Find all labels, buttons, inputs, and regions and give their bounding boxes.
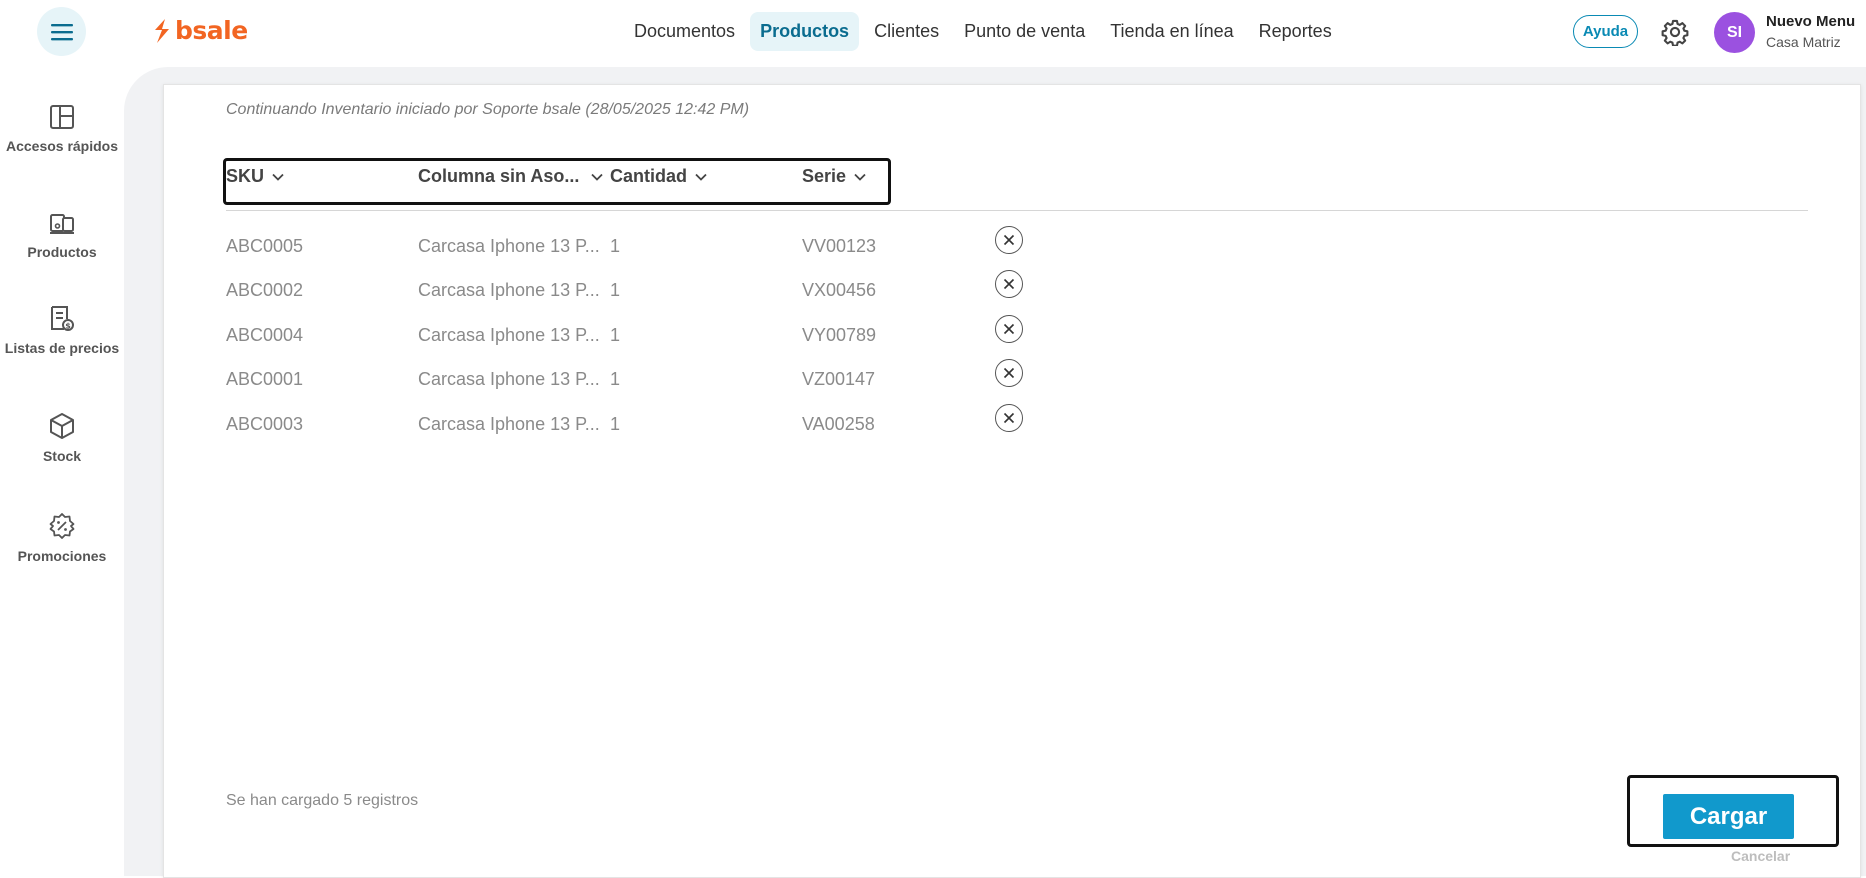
records-loaded-count: Se han cargado 5 registros	[226, 792, 419, 809]
nav-punto-de-venta[interactable]: Punto de venta	[954, 12, 1095, 51]
header-divider	[226, 210, 1808, 211]
chevron-down-icon	[854, 173, 866, 181]
cell-quantity: 1	[610, 280, 621, 300]
cell-sku: ABC0001	[226, 369, 304, 389]
nav-productos[interactable]: Productos	[750, 12, 860, 51]
remove-row-button[interactable]	[995, 404, 1023, 432]
sidebar-item-listas-de-precios[interactable]: $ Listas de precios	[0, 304, 124, 357]
cell-serial: VV00123	[802, 236, 877, 256]
sidebar: Accesos rápidos Productos $ Listas de pr…	[0, 64, 124, 876]
column-header-serie[interactable]: Serie	[802, 166, 866, 187]
cell-quantity: 1	[610, 236, 621, 256]
chevron-down-icon	[272, 173, 284, 181]
nav-documentos[interactable]: Documentos	[624, 12, 745, 51]
cell-product: Carcasa Iphone 13 P...	[418, 325, 600, 345]
promotion-badge-icon	[49, 513, 75, 539]
sidebar-item-productos[interactable]: Productos	[0, 212, 124, 261]
inventory-subtitle: Continuando Inventario iniciado por Sopo…	[226, 101, 750, 118]
cell-sku: ABC0002	[226, 280, 304, 300]
sidebar-item-label: Accesos rápidos	[5, 138, 119, 154]
sidebar-item-promociones[interactable]: Promociones	[0, 512, 124, 565]
cell-serial: VX00456	[802, 280, 877, 300]
quick-access-icon	[50, 105, 74, 129]
column-header-label: Cantidad	[610, 166, 688, 186]
avatar[interactable]: SI	[1714, 12, 1755, 53]
menu-icon	[50, 23, 73, 40]
column-header-columna-sin-asociar[interactable]: Columna sin Aso...	[418, 166, 603, 187]
cell-quantity: 1	[610, 325, 621, 345]
close-icon	[1003, 412, 1015, 424]
brand-name: bsale	[175, 16, 248, 45]
user-branch: Casa Matriz	[1766, 34, 1841, 50]
sidebar-item-label: Promociones	[17, 548, 107, 564]
remove-row-button[interactable]	[995, 359, 1023, 387]
bolt-logo-icon	[155, 18, 169, 43]
svg-text:$: $	[65, 322, 71, 331]
cancel-link[interactable]: Cancelar	[1731, 848, 1790, 864]
chevron-down-icon	[591, 173, 603, 181]
close-icon	[1003, 278, 1015, 290]
column-header-label: Serie	[802, 166, 847, 186]
cell-product: Carcasa Iphone 13 P...	[418, 369, 600, 389]
cell-quantity: 1	[610, 369, 621, 389]
cell-sku: ABC0004	[226, 325, 304, 345]
cell-product: Carcasa Iphone 13 P...	[418, 280, 600, 300]
close-icon	[1003, 367, 1015, 379]
sidebar-item-label: Listas de precios	[4, 340, 120, 356]
close-icon	[1003, 323, 1015, 335]
cargar-button[interactable]: Cargar	[1663, 794, 1794, 839]
remove-row-button[interactable]	[995, 270, 1023, 298]
hamburger-menu-button[interactable]	[37, 7, 86, 56]
sidebar-item-accesos-rapidos[interactable]: Accesos rápidos	[0, 104, 124, 155]
chevron-down-icon	[695, 173, 707, 181]
nav-clientes[interactable]: Clientes	[864, 12, 949, 51]
sidebar-item-label: Productos	[27, 244, 97, 260]
main-nav: Documentos Productos Clientes Punto de v…	[624, 12, 1347, 51]
user-name[interactable]: Nuevo Menu	[1766, 13, 1855, 30]
cell-sku: ABC0003	[226, 414, 304, 434]
price-list-icon: $	[51, 306, 74, 331]
cell-serial: VA00258	[802, 414, 875, 434]
cell-serial: VZ00147	[802, 369, 876, 389]
remove-row-button[interactable]	[995, 315, 1023, 343]
box-icon	[50, 413, 74, 439]
gear-icon[interactable]	[1661, 18, 1689, 46]
column-header-sku[interactable]: SKU	[226, 166, 284, 187]
column-header-label: SKU	[226, 166, 265, 186]
close-icon	[1003, 234, 1015, 246]
cell-sku: ABC0005	[226, 236, 304, 256]
cell-product: Carcasa Iphone 13 P...	[418, 236, 600, 256]
products-icon	[50, 214, 74, 234]
nav-tienda-en-linea[interactable]: Tienda en línea	[1100, 12, 1243, 51]
cell-serial: VY00789	[802, 325, 877, 345]
column-header-cantidad[interactable]: Cantidad	[610, 166, 707, 187]
sidebar-item-label: Stock	[42, 448, 82, 464]
column-header-label: Columna sin Aso...	[418, 166, 580, 186]
bsale-logo[interactable]: bsale	[153, 16, 248, 45]
nav-reportes[interactable]: Reportes	[1249, 12, 1342, 51]
help-button[interactable]: Ayuda	[1573, 15, 1638, 48]
cell-quantity: 1	[610, 414, 621, 434]
remove-row-button[interactable]	[995, 226, 1023, 254]
cell-product: Carcasa Iphone 13 P...	[418, 414, 600, 434]
sidebar-item-stock[interactable]: Stock	[0, 412, 124, 465]
top-bar: bsale Documentos Productos Clientes Punt…	[0, 0, 1866, 64]
